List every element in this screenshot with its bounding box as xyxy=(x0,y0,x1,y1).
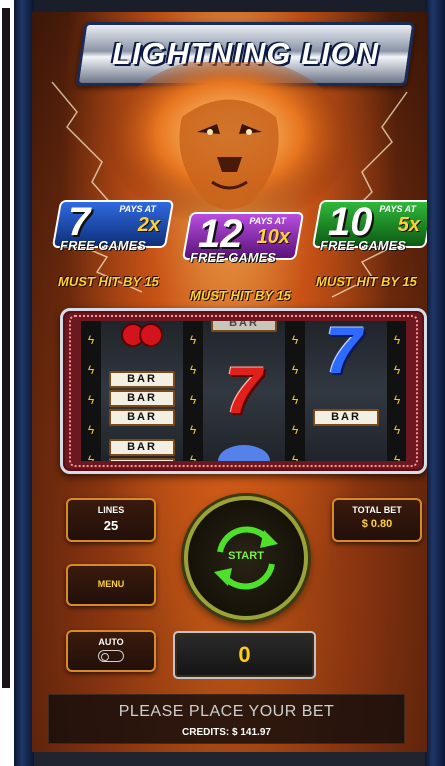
single-bar-symbol: BAR xyxy=(211,321,277,334)
menu-button[interactable]: MENU xyxy=(66,564,156,606)
single-bar-symbol: BAR xyxy=(313,409,379,428)
start-label: START xyxy=(228,550,264,562)
lines-label: LINES xyxy=(97,505,125,515)
lines-selector[interactable]: LINES 25 xyxy=(66,498,156,542)
bonus-must-hit-label: MUST HIT BY 15 xyxy=(190,288,291,303)
reel-separator: ϟϟϟϟϟ xyxy=(183,321,203,461)
total-bet-value: $ 0.80 xyxy=(361,518,393,530)
lines-value: 25 xyxy=(103,518,119,533)
triple-bar-symbol: BAR BAR BAR xyxy=(109,371,175,428)
cabinet-frame-right xyxy=(425,0,445,766)
total-bet-selector[interactable]: TOTAL BET $ 0.80 xyxy=(332,498,422,542)
credits-display: CREDITS: $ 141.97 xyxy=(182,727,271,738)
blue-seven-partial-icon xyxy=(218,445,270,461)
bonus-pays-label: PAYS AT xyxy=(379,204,416,214)
bonus-must-hit-label: MUST HIT BY 15 xyxy=(316,274,417,289)
start-button[interactable]: START xyxy=(184,496,308,620)
bonus-badge-10: 10 PAYS AT 5x FREE GAMES xyxy=(311,200,427,260)
reel-3: 7 BAR xyxy=(305,321,387,461)
double-bar-symbol: BAR BAR xyxy=(109,439,175,461)
blue-seven-symbol: 7 xyxy=(325,321,362,387)
reel-1: BAR BAR BAR BAR BAR xyxy=(101,321,183,461)
bonus-multiplier: 2x xyxy=(137,214,160,236)
reel-window: ϟϟϟϟϟ BAR BAR BAR BAR BAR xyxy=(60,308,427,474)
cherry-icon xyxy=(121,323,163,347)
reel-separator: ϟϟϟϟϟ xyxy=(81,321,101,461)
toggle-switch-icon xyxy=(98,650,124,662)
status-bar: PLEASE PLACE YOUR BET CREDITS: $ 141.97 xyxy=(48,694,405,744)
total-bet-label: TOTAL BET xyxy=(352,505,402,515)
auto-play-toggle[interactable]: AUTO xyxy=(66,630,156,672)
menu-label: MENU xyxy=(97,579,125,589)
bonus-must-hit-label: MUST HIT BY 15 xyxy=(58,274,159,289)
cabinet-frame-left xyxy=(14,0,34,766)
reel-area[interactable]: ϟϟϟϟϟ BAR BAR BAR BAR BAR xyxy=(81,321,406,461)
reel-2: BAR 7 xyxy=(203,321,285,461)
game-stage: LIGHTNING LION 7 PAYS AT 2x FREE GAMES M… xyxy=(32,12,427,752)
bonus-free-games-label: FREE GAMES xyxy=(320,238,406,253)
reel-separator: ϟϟϟϟϟ xyxy=(285,321,305,461)
bonus-pays-label: PAYS AT xyxy=(119,204,156,214)
bonus-multiplier: 10x xyxy=(256,226,290,248)
bonus-free-games-label: FREE GAMES xyxy=(190,250,276,265)
bonus-badge-7: 7 PAYS AT 2x FREE GAMES xyxy=(51,200,175,260)
status-message: PLEASE PLACE YOUR BET xyxy=(118,703,335,720)
auto-label: AUTO xyxy=(98,637,124,647)
win-display: 0 xyxy=(173,631,316,679)
left-edge xyxy=(0,0,12,690)
bonus-free-games-label: FREE GAMES xyxy=(60,238,146,253)
red-seven-symbol: 7 xyxy=(225,353,262,427)
slot-game-window: LIGHTNING LION 7 PAYS AT 2x FREE GAMES M… xyxy=(14,0,445,766)
bonus-badge-12: 12 PAYS AT 10x FREE GAMES xyxy=(181,212,305,272)
bonus-multiplier: 5x xyxy=(397,214,420,236)
win-amount: 0 xyxy=(238,642,251,667)
bonus-pays-label: PAYS AT xyxy=(249,216,286,226)
reel-separator: ϟϟϟϟϟ xyxy=(387,321,406,461)
